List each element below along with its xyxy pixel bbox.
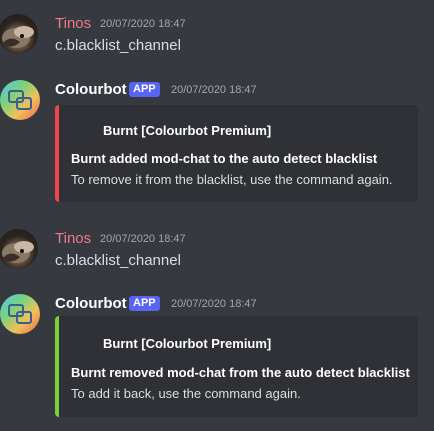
embed-title: Burnt added mod-chat to the auto detect …: [71, 151, 378, 166]
user-avatar[interactable]: [0, 14, 38, 54]
embed-description: To add it back, use the command again.: [71, 386, 301, 401]
embed-title: Burnt removed mod-chat from the auto det…: [71, 365, 410, 380]
embed-author: Burnt [Colourbot Premium]: [103, 123, 272, 138]
username[interactable]: Tinos: [55, 15, 91, 32]
username[interactable]: Colourbot: [55, 295, 127, 312]
timestamp: 20/07/2020 18:47: [171, 84, 257, 96]
bot-avatar[interactable]: [0, 80, 40, 120]
embed-author: Burnt [Colourbot Premium]: [103, 336, 272, 351]
app-badge: APP: [129, 82, 160, 97]
embed-description: To remove it from the blacklist, use the…: [71, 172, 393, 187]
timestamp: 20/07/2020 18:47: [100, 233, 186, 245]
message-content: c.blacklist_channel: [55, 37, 181, 54]
embed: Burnt [Colourbot Premium] Burnt removed …: [55, 316, 418, 417]
timestamp: 20/07/2020 18:47: [171, 298, 257, 310]
username[interactable]: Tinos: [55, 230, 91, 247]
user-avatar[interactable]: [0, 229, 38, 269]
username[interactable]: Colourbot: [55, 81, 127, 98]
bot-avatar[interactable]: [0, 294, 40, 334]
timestamp: 20/07/2020 18:47: [100, 18, 186, 30]
message-content: c.blacklist_channel: [55, 252, 181, 269]
embed: Burnt [Colourbot Premium] Burnt added mo…: [55, 105, 418, 202]
app-badge: APP: [129, 296, 160, 311]
